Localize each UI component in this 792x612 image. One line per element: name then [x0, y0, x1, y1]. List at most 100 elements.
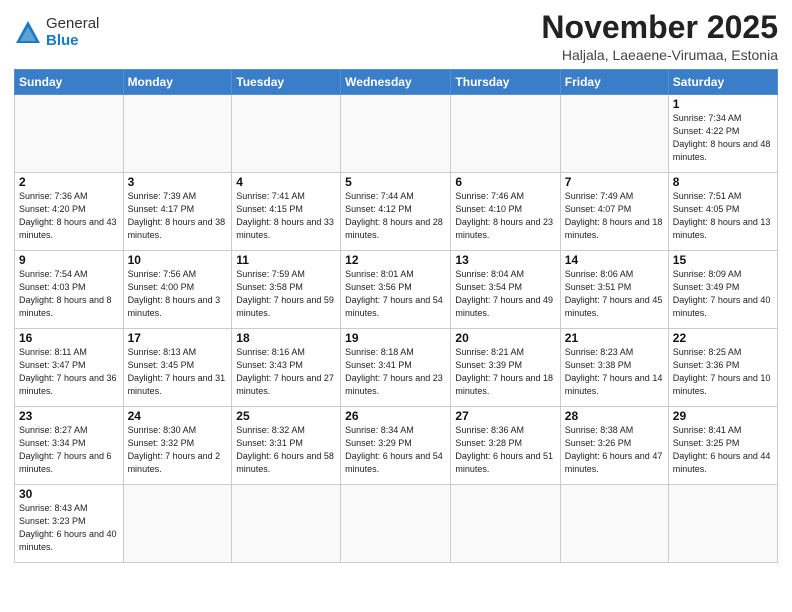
day-info: Sunrise: 8:36 AM Sunset: 3:28 PM Dayligh…: [455, 424, 555, 476]
calendar-cell: [668, 485, 777, 563]
day-number: 3: [128, 175, 228, 189]
weekday-header-wednesday: Wednesday: [341, 70, 451, 95]
calendar-cell: 20Sunrise: 8:21 AM Sunset: 3:39 PM Dayli…: [451, 329, 560, 407]
day-number: 25: [236, 409, 336, 423]
calendar-week-5: 23Sunrise: 8:27 AM Sunset: 3:34 PM Dayli…: [15, 407, 778, 485]
calendar-cell: 5Sunrise: 7:44 AM Sunset: 4:12 PM Daylig…: [341, 173, 451, 251]
day-number: 24: [128, 409, 228, 423]
calendar-cell: 3Sunrise: 7:39 AM Sunset: 4:17 PM Daylig…: [123, 173, 232, 251]
day-info: Sunrise: 7:51 AM Sunset: 4:05 PM Dayligh…: [673, 190, 773, 242]
calendar-cell: 18Sunrise: 8:16 AM Sunset: 3:43 PM Dayli…: [232, 329, 341, 407]
day-info: Sunrise: 7:49 AM Sunset: 4:07 PM Dayligh…: [565, 190, 664, 242]
calendar-cell: 10Sunrise: 7:56 AM Sunset: 4:00 PM Dayli…: [123, 251, 232, 329]
day-info: Sunrise: 7:39 AM Sunset: 4:17 PM Dayligh…: [128, 190, 228, 242]
logo: General Blue: [14, 16, 99, 49]
day-info: Sunrise: 8:25 AM Sunset: 3:36 PM Dayligh…: [673, 346, 773, 398]
calendar-cell: [451, 95, 560, 173]
calendar-cell: 6Sunrise: 7:46 AM Sunset: 4:10 PM Daylig…: [451, 173, 560, 251]
calendar-cell: 29Sunrise: 8:41 AM Sunset: 3:25 PM Dayli…: [668, 407, 777, 485]
calendar-cell: [232, 95, 341, 173]
day-number: 8: [673, 175, 773, 189]
day-info: Sunrise: 8:16 AM Sunset: 3:43 PM Dayligh…: [236, 346, 336, 398]
day-number: 17: [128, 331, 228, 345]
logo-icon: [14, 19, 42, 47]
day-number: 18: [236, 331, 336, 345]
calendar-week-2: 2Sunrise: 7:36 AM Sunset: 4:20 PM Daylig…: [15, 173, 778, 251]
day-number: 28: [565, 409, 664, 423]
day-number: 9: [19, 253, 119, 267]
calendar-cell: [341, 485, 451, 563]
day-info: Sunrise: 7:41 AM Sunset: 4:15 PM Dayligh…: [236, 190, 336, 242]
day-info: Sunrise: 8:23 AM Sunset: 3:38 PM Dayligh…: [565, 346, 664, 398]
location: Haljala, Laeaene-Virumaa, Estonia: [541, 47, 778, 63]
day-number: 7: [565, 175, 664, 189]
day-info: Sunrise: 8:38 AM Sunset: 3:26 PM Dayligh…: [565, 424, 664, 476]
calendar-cell: 15Sunrise: 8:09 AM Sunset: 3:49 PM Dayli…: [668, 251, 777, 329]
day-info: Sunrise: 8:30 AM Sunset: 3:32 PM Dayligh…: [128, 424, 228, 476]
calendar-cell: [123, 485, 232, 563]
day-info: Sunrise: 7:44 AM Sunset: 4:12 PM Dayligh…: [345, 190, 446, 242]
calendar-cell: [15, 95, 124, 173]
calendar-cell: 4Sunrise: 7:41 AM Sunset: 4:15 PM Daylig…: [232, 173, 341, 251]
day-info: Sunrise: 7:46 AM Sunset: 4:10 PM Dayligh…: [455, 190, 555, 242]
calendar-cell: [232, 485, 341, 563]
weekday-header-thursday: Thursday: [451, 70, 560, 95]
month-title: November 2025: [541, 10, 778, 45]
day-info: Sunrise: 8:01 AM Sunset: 3:56 PM Dayligh…: [345, 268, 446, 320]
day-number: 14: [565, 253, 664, 267]
day-number: 20: [455, 331, 555, 345]
title-block: November 2025 Haljala, Laeaene-Virumaa, …: [541, 10, 778, 63]
calendar-cell: 1Sunrise: 7:34 AM Sunset: 4:22 PM Daylig…: [668, 95, 777, 173]
day-info: Sunrise: 8:11 AM Sunset: 3:47 PM Dayligh…: [19, 346, 119, 398]
day-info: Sunrise: 8:04 AM Sunset: 3:54 PM Dayligh…: [455, 268, 555, 320]
calendar-cell: 19Sunrise: 8:18 AM Sunset: 3:41 PM Dayli…: [341, 329, 451, 407]
calendar-cell: 28Sunrise: 8:38 AM Sunset: 3:26 PM Dayli…: [560, 407, 668, 485]
calendar-cell: 25Sunrise: 8:32 AM Sunset: 3:31 PM Dayli…: [232, 407, 341, 485]
calendar-cell: [123, 95, 232, 173]
day-info: Sunrise: 8:32 AM Sunset: 3:31 PM Dayligh…: [236, 424, 336, 476]
day-number: 19: [345, 331, 446, 345]
day-info: Sunrise: 7:34 AM Sunset: 4:22 PM Dayligh…: [673, 112, 773, 164]
day-number: 16: [19, 331, 119, 345]
day-number: 21: [565, 331, 664, 345]
weekday-header-sunday: Sunday: [15, 70, 124, 95]
calendar-cell: 23Sunrise: 8:27 AM Sunset: 3:34 PM Dayli…: [15, 407, 124, 485]
day-number: 10: [128, 253, 228, 267]
day-number: 15: [673, 253, 773, 267]
calendar-cell: 7Sunrise: 7:49 AM Sunset: 4:07 PM Daylig…: [560, 173, 668, 251]
page-header: General Blue November 2025 Haljala, Laea…: [14, 10, 778, 63]
day-number: 27: [455, 409, 555, 423]
day-number: 13: [455, 253, 555, 267]
day-number: 23: [19, 409, 119, 423]
calendar-cell: 14Sunrise: 8:06 AM Sunset: 3:51 PM Dayli…: [560, 251, 668, 329]
calendar-week-1: 1Sunrise: 7:34 AM Sunset: 4:22 PM Daylig…: [15, 95, 778, 173]
calendar-cell: 26Sunrise: 8:34 AM Sunset: 3:29 PM Dayli…: [341, 407, 451, 485]
day-info: Sunrise: 7:56 AM Sunset: 4:00 PM Dayligh…: [128, 268, 228, 320]
calendar-week-6: 30Sunrise: 8:43 AM Sunset: 3:23 PM Dayli…: [15, 485, 778, 563]
calendar-cell: 22Sunrise: 8:25 AM Sunset: 3:36 PM Dayli…: [668, 329, 777, 407]
calendar-cell: 24Sunrise: 8:30 AM Sunset: 3:32 PM Dayli…: [123, 407, 232, 485]
calendar-cell: [341, 95, 451, 173]
calendar-table: SundayMondayTuesdayWednesdayThursdayFrid…: [14, 69, 778, 563]
day-number: 22: [673, 331, 773, 345]
day-number: 2: [19, 175, 119, 189]
calendar-cell: 16Sunrise: 8:11 AM Sunset: 3:47 PM Dayli…: [15, 329, 124, 407]
calendar-week-3: 9Sunrise: 7:54 AM Sunset: 4:03 PM Daylig…: [15, 251, 778, 329]
calendar-cell: [451, 485, 560, 563]
day-number: 6: [455, 175, 555, 189]
day-info: Sunrise: 8:21 AM Sunset: 3:39 PM Dayligh…: [455, 346, 555, 398]
calendar-cell: 12Sunrise: 8:01 AM Sunset: 3:56 PM Dayli…: [341, 251, 451, 329]
day-number: 29: [673, 409, 773, 423]
day-number: 5: [345, 175, 446, 189]
weekday-header-friday: Friday: [560, 70, 668, 95]
day-info: Sunrise: 8:27 AM Sunset: 3:34 PM Dayligh…: [19, 424, 119, 476]
calendar-cell: 27Sunrise: 8:36 AM Sunset: 3:28 PM Dayli…: [451, 407, 560, 485]
day-number: 26: [345, 409, 446, 423]
day-info: Sunrise: 8:06 AM Sunset: 3:51 PM Dayligh…: [565, 268, 664, 320]
day-info: Sunrise: 8:34 AM Sunset: 3:29 PM Dayligh…: [345, 424, 446, 476]
calendar-cell: 8Sunrise: 7:51 AM Sunset: 4:05 PM Daylig…: [668, 173, 777, 251]
day-number: 30: [19, 487, 119, 501]
weekday-header-saturday: Saturday: [668, 70, 777, 95]
day-info: Sunrise: 7:36 AM Sunset: 4:20 PM Dayligh…: [19, 190, 119, 242]
logo-text: General Blue: [46, 16, 99, 49]
